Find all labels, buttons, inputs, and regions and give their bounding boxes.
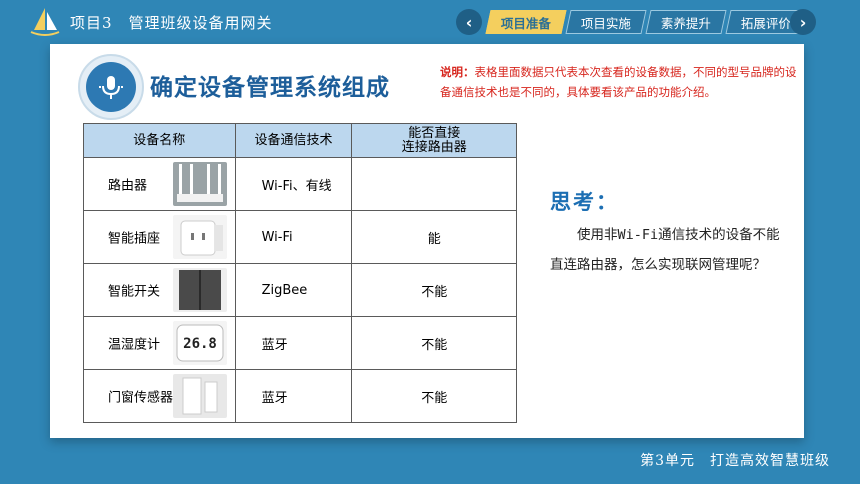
section-tabs: 项目准备 项目实施 素养提升 拓展评价 [485,10,807,34]
unit-footer: 第3单元 打造高效智慧班级 [640,453,830,469]
tab-literacy[interactable]: 素养提升 [645,10,727,34]
note-text: 说明：表格里面数据只代表本次查看的设备数据，不同的型号品牌的设备通信技术也是不同… [440,65,797,99]
device-name: 路由器 [108,178,148,194]
tab-project-implement[interactable]: 项目实施 [565,10,647,34]
project-title: 项目3 管理班级设备用网关 [70,14,273,32]
think-heading: 思考： [550,190,619,214]
device-connect: 不能 [351,369,517,423]
chevron-left-icon[interactable]: ‹ [456,9,482,35]
header-comm-tech: 设备通信技术 [234,123,353,158]
tab-project-prep[interactable]: 项目准备 [485,10,567,34]
router-image [172,162,227,206]
device-tech: 蓝牙 [234,369,353,423]
device-connect: 不能 [351,316,517,370]
device-connect [351,157,517,211]
thermo-reading: 26.8 [183,336,217,352]
header-can-connect: 能否直接 连接路由器 [351,123,517,158]
device-tech: 蓝牙 [234,316,353,370]
microphone-icon [99,76,123,99]
section-title: 确定设备管理系统组成 [150,75,390,101]
table-row: 智能插座 Wi-Fi 能 [83,210,517,264]
device-connect: 不能 [351,263,517,317]
sailboat-logo-icon [30,8,60,36]
device-name: 智能开关 [108,284,161,300]
table-row: 温湿度计 26.8 蓝牙 不能 [83,316,517,370]
table-row: 门窗传感器 蓝牙 不能 [83,369,517,423]
device-tech: Wi-Fi、有线 [234,157,353,211]
device-table: 设备名称 设备通信技术 能否直接连接路由器 路由器 Wi-Fi、有线 智能插座 [83,123,517,423]
table-row: 智能开关 ZigBee 不能 [83,263,517,317]
microphone-badge [78,54,144,120]
header-device-name: 设备名称 [83,123,236,158]
table-row: 路由器 Wi-Fi、有线 [83,157,517,211]
device-name: 门窗传感器 [108,390,174,406]
device-name: 温湿度计 [108,337,161,353]
think-body: 使用非Wi-Fi通信技术的设备不能直连路由器，怎么实现联网管理呢？ [550,227,780,273]
door-sensor-image [172,374,227,418]
chevron-right-icon[interactable]: › [790,9,816,35]
thermo-hygrometer-image: 26.8 [172,321,227,365]
device-tech: Wi-Fi [234,210,353,264]
smart-socket-image [172,215,227,259]
smart-switch-image [172,268,227,312]
device-name: 智能插座 [108,231,161,247]
device-connect: 能 [351,210,517,264]
top-bar: 项目3 管理班级设备用网关 ‹ 项目准备 项目实施 素养提升 拓展评价 › [0,0,860,44]
device-tech: ZigBee [234,263,353,317]
